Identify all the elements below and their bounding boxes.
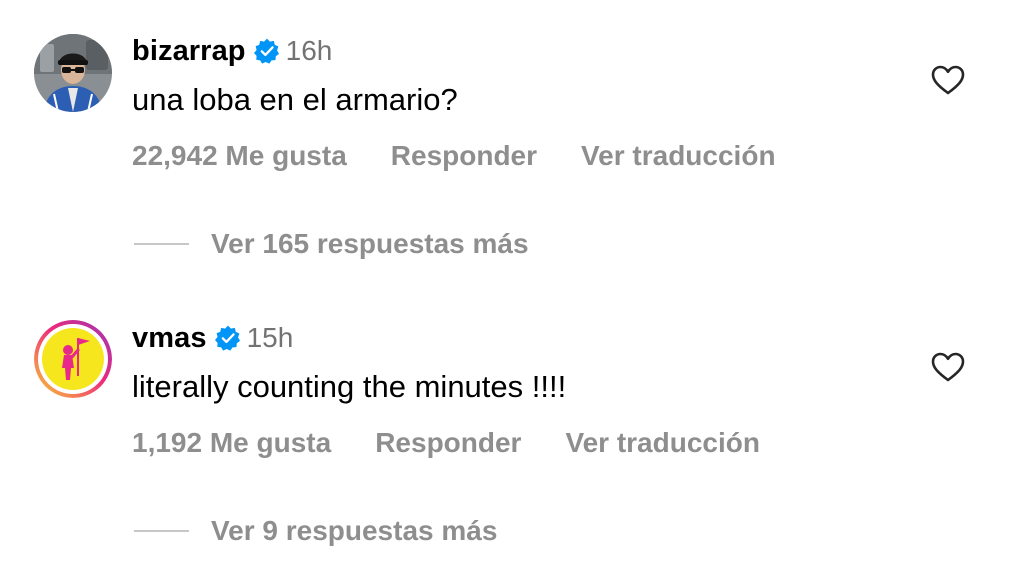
- comment-time: 15h: [246, 322, 294, 353]
- likes-count[interactable]: 1,192 Me gusta: [132, 427, 331, 459]
- username[interactable]: vmas: [132, 322, 207, 355]
- translate-button[interactable]: Ver traducción: [565, 427, 760, 459]
- comment-header: vmas 15h: [132, 320, 293, 356]
- comment-text: literally counting the minutes !!!!: [132, 369, 567, 404]
- comment-vmas: vmas 15h literally counting the minutes …: [0, 0, 1024, 576]
- moonman-trophy-avatar-icon: [34, 320, 112, 398]
- reply-button[interactable]: Responder: [375, 427, 521, 459]
- heart-icon[interactable]: [931, 352, 965, 382]
- avatar-vmas[interactable]: [34, 320, 112, 398]
- verified-badge-icon: [214, 325, 240, 351]
- view-replies-button[interactable]: Ver 9 respuestas más: [134, 515, 497, 547]
- replies-divider-line: [134, 530, 189, 532]
- comment-actions: 1,192 Me gusta Responder Ver traducción: [132, 427, 760, 459]
- view-replies-label: Ver 9 respuestas más: [211, 515, 498, 546]
